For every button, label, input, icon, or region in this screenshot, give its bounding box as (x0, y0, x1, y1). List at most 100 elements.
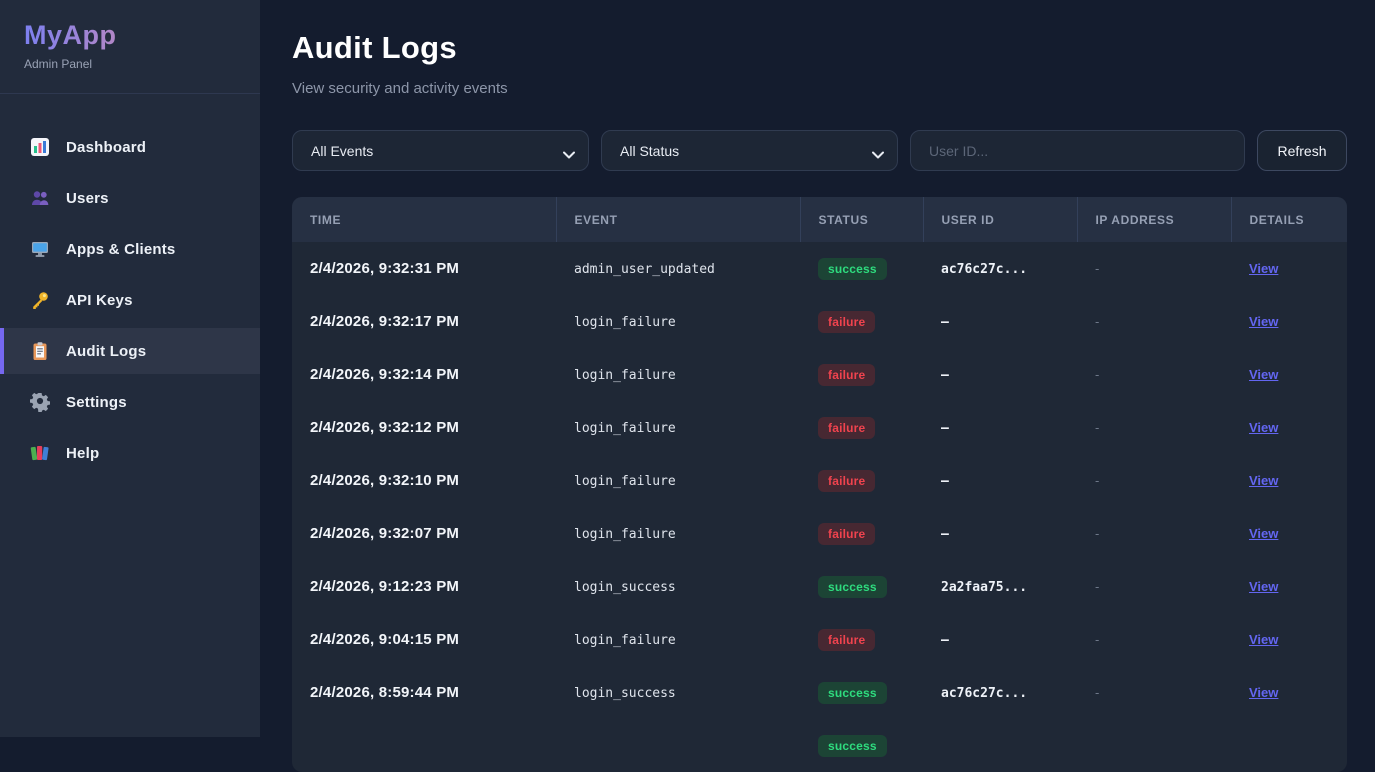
view-details-link[interactable]: View (1249, 367, 1278, 382)
user-id-cell: – (941, 474, 949, 489)
sidebar-item-label: Apps & Clients (66, 241, 175, 258)
status-badge: success (818, 682, 887, 704)
table-row: 2/4/2026, 9:32:12 PM login_failure failu… (292, 401, 1347, 454)
event-cell: login_failure (574, 421, 676, 436)
audit-table-body: 2/4/2026, 9:32:31 PM admin_user_updated … (292, 242, 1347, 772)
page-title: Audit Logs (292, 30, 1347, 66)
table-row: 2/4/2026, 9:04:15 PM login_failure failu… (292, 613, 1347, 666)
table-row: 2/4/2026, 9:32:31 PM admin_user_updated … (292, 242, 1347, 295)
sidebar-item-settings[interactable]: Settings (0, 379, 260, 425)
event-cell: login_failure (574, 527, 676, 542)
time-cell: 2/4/2026, 9:32:12 PM (310, 419, 459, 436)
event-cell: admin_user_updated (574, 262, 715, 277)
view-details-link[interactable]: View (1249, 261, 1278, 276)
ip-address-cell: - (1095, 579, 1099, 594)
status-badge: failure (818, 417, 875, 439)
sidebar-item-apps-clients[interactable]: Apps & Clients (0, 226, 260, 272)
desktop-computer-icon (30, 239, 50, 259)
status-badge: failure (818, 364, 875, 386)
time-cell: 2/4/2026, 9:04:15 PM (310, 631, 459, 648)
refresh-button[interactable]: Refresh (1257, 130, 1347, 171)
ip-address-cell: - (1095, 420, 1099, 435)
sidebar-item-label: Users (66, 190, 109, 207)
audit-logs-table: TIME EVENT STATUS USER ID IP ADDRESS DET… (292, 197, 1347, 772)
main-content: Audit Logs View security and activity ev… (260, 0, 1375, 737)
sidebar-item-label: Audit Logs (66, 343, 146, 360)
event-cell: login_success (574, 580, 676, 595)
user-id-cell: – (941, 421, 949, 436)
column-header-user-id: USER ID (923, 197, 1077, 242)
table-row: success (292, 719, 1347, 772)
sidebar-item-help[interactable]: Help (0, 430, 260, 476)
sidebar-item-label: Help (66, 445, 99, 462)
column-header-event: EVENT (556, 197, 800, 242)
event-filter-select[interactable]: All Events (292, 130, 589, 171)
user-id-cell: 2a2faa75... (941, 580, 1027, 595)
key-icon (30, 290, 50, 310)
column-header-status: STATUS (800, 197, 923, 242)
time-cell: 2/4/2026, 9:12:23 PM (310, 578, 459, 595)
sidebar-item-users[interactable]: Users (0, 175, 260, 221)
sidebar-item-audit-logs[interactable]: Audit Logs (0, 328, 260, 374)
event-cell: login_failure (574, 474, 676, 489)
app-logo: MyApp (24, 20, 117, 51)
status-filter-wrap: All Status (601, 130, 898, 171)
audit-logs-table-card: TIME EVENT STATUS USER ID IP ADDRESS DET… (292, 197, 1347, 772)
ip-address-cell: - (1095, 473, 1099, 488)
ip-address-cell: - (1095, 632, 1099, 647)
sidebar-item-api-keys[interactable]: API Keys (0, 277, 260, 323)
event-cell: login_success (574, 686, 676, 701)
user-id-cell: – (941, 633, 949, 648)
ip-address-cell: - (1095, 526, 1099, 541)
table-row: 2/4/2026, 9:32:14 PM login_failure failu… (292, 348, 1347, 401)
users-icon (30, 188, 50, 208)
column-header-ip-address: IP ADDRESS (1077, 197, 1231, 242)
time-cell: 2/4/2026, 8:59:44 PM (310, 684, 459, 701)
status-badge: failure (818, 523, 875, 545)
sidebar-item-label: Settings (66, 394, 127, 411)
status-badge: failure (818, 629, 875, 651)
ip-address-cell: - (1095, 685, 1099, 700)
ip-address-cell: - (1095, 367, 1099, 382)
time-cell: 2/4/2026, 9:32:17 PM (310, 313, 459, 330)
time-cell: 2/4/2026, 9:32:14 PM (310, 366, 459, 383)
status-filter-select[interactable]: All Status (601, 130, 898, 171)
table-row: 2/4/2026, 9:32:07 PM login_failure failu… (292, 507, 1347, 560)
user-id-cell: – (941, 368, 949, 383)
status-badge: failure (818, 311, 875, 333)
table-header-row: TIME EVENT STATUS USER ID IP ADDRESS DET… (292, 197, 1347, 242)
sidebar-nav: Dashboard Users Apps & Clients API Keys (0, 94, 260, 476)
app-root: MyApp Admin Panel Dashboard Users A (0, 0, 1375, 737)
time-cell: 2/4/2026, 9:32:10 PM (310, 472, 459, 489)
logo-block: MyApp Admin Panel (0, 0, 260, 94)
user-id-cell: – (941, 527, 949, 542)
page-subtitle: View security and activity events (292, 80, 1347, 97)
view-details-link[interactable]: View (1249, 526, 1278, 541)
view-details-link[interactable]: View (1249, 473, 1278, 488)
view-details-link[interactable]: View (1249, 632, 1278, 647)
event-cell: login_failure (574, 368, 676, 383)
event-cell: login_failure (574, 633, 676, 648)
gear-icon (30, 392, 50, 412)
user-id-cell: – (941, 315, 949, 330)
filter-bar: All Events All Status Refresh (292, 130, 1347, 171)
view-details-link[interactable]: View (1249, 685, 1278, 700)
status-badge: success (818, 735, 887, 757)
sidebar: MyApp Admin Panel Dashboard Users A (0, 0, 260, 737)
view-details-link[interactable]: View (1249, 314, 1278, 329)
status-badge: success (818, 258, 887, 280)
sidebar-item-label: API Keys (66, 292, 133, 309)
books-icon (30, 443, 50, 463)
user-id-input[interactable] (910, 130, 1245, 171)
status-badge: failure (818, 470, 875, 492)
time-cell: 2/4/2026, 9:32:31 PM (310, 260, 459, 277)
view-details-link[interactable]: View (1249, 420, 1278, 435)
user-id-cell: ac76c27c... (941, 262, 1027, 277)
event-filter-wrap: All Events (292, 130, 589, 171)
table-row: 2/4/2026, 9:32:17 PM login_failure failu… (292, 295, 1347, 348)
view-details-link[interactable]: View (1249, 579, 1278, 594)
column-header-time: TIME (292, 197, 556, 242)
table-row: 2/4/2026, 9:12:23 PM login_success succe… (292, 560, 1347, 613)
sidebar-item-dashboard[interactable]: Dashboard (0, 124, 260, 170)
table-row: 2/4/2026, 8:59:44 PM login_success succe… (292, 666, 1347, 719)
